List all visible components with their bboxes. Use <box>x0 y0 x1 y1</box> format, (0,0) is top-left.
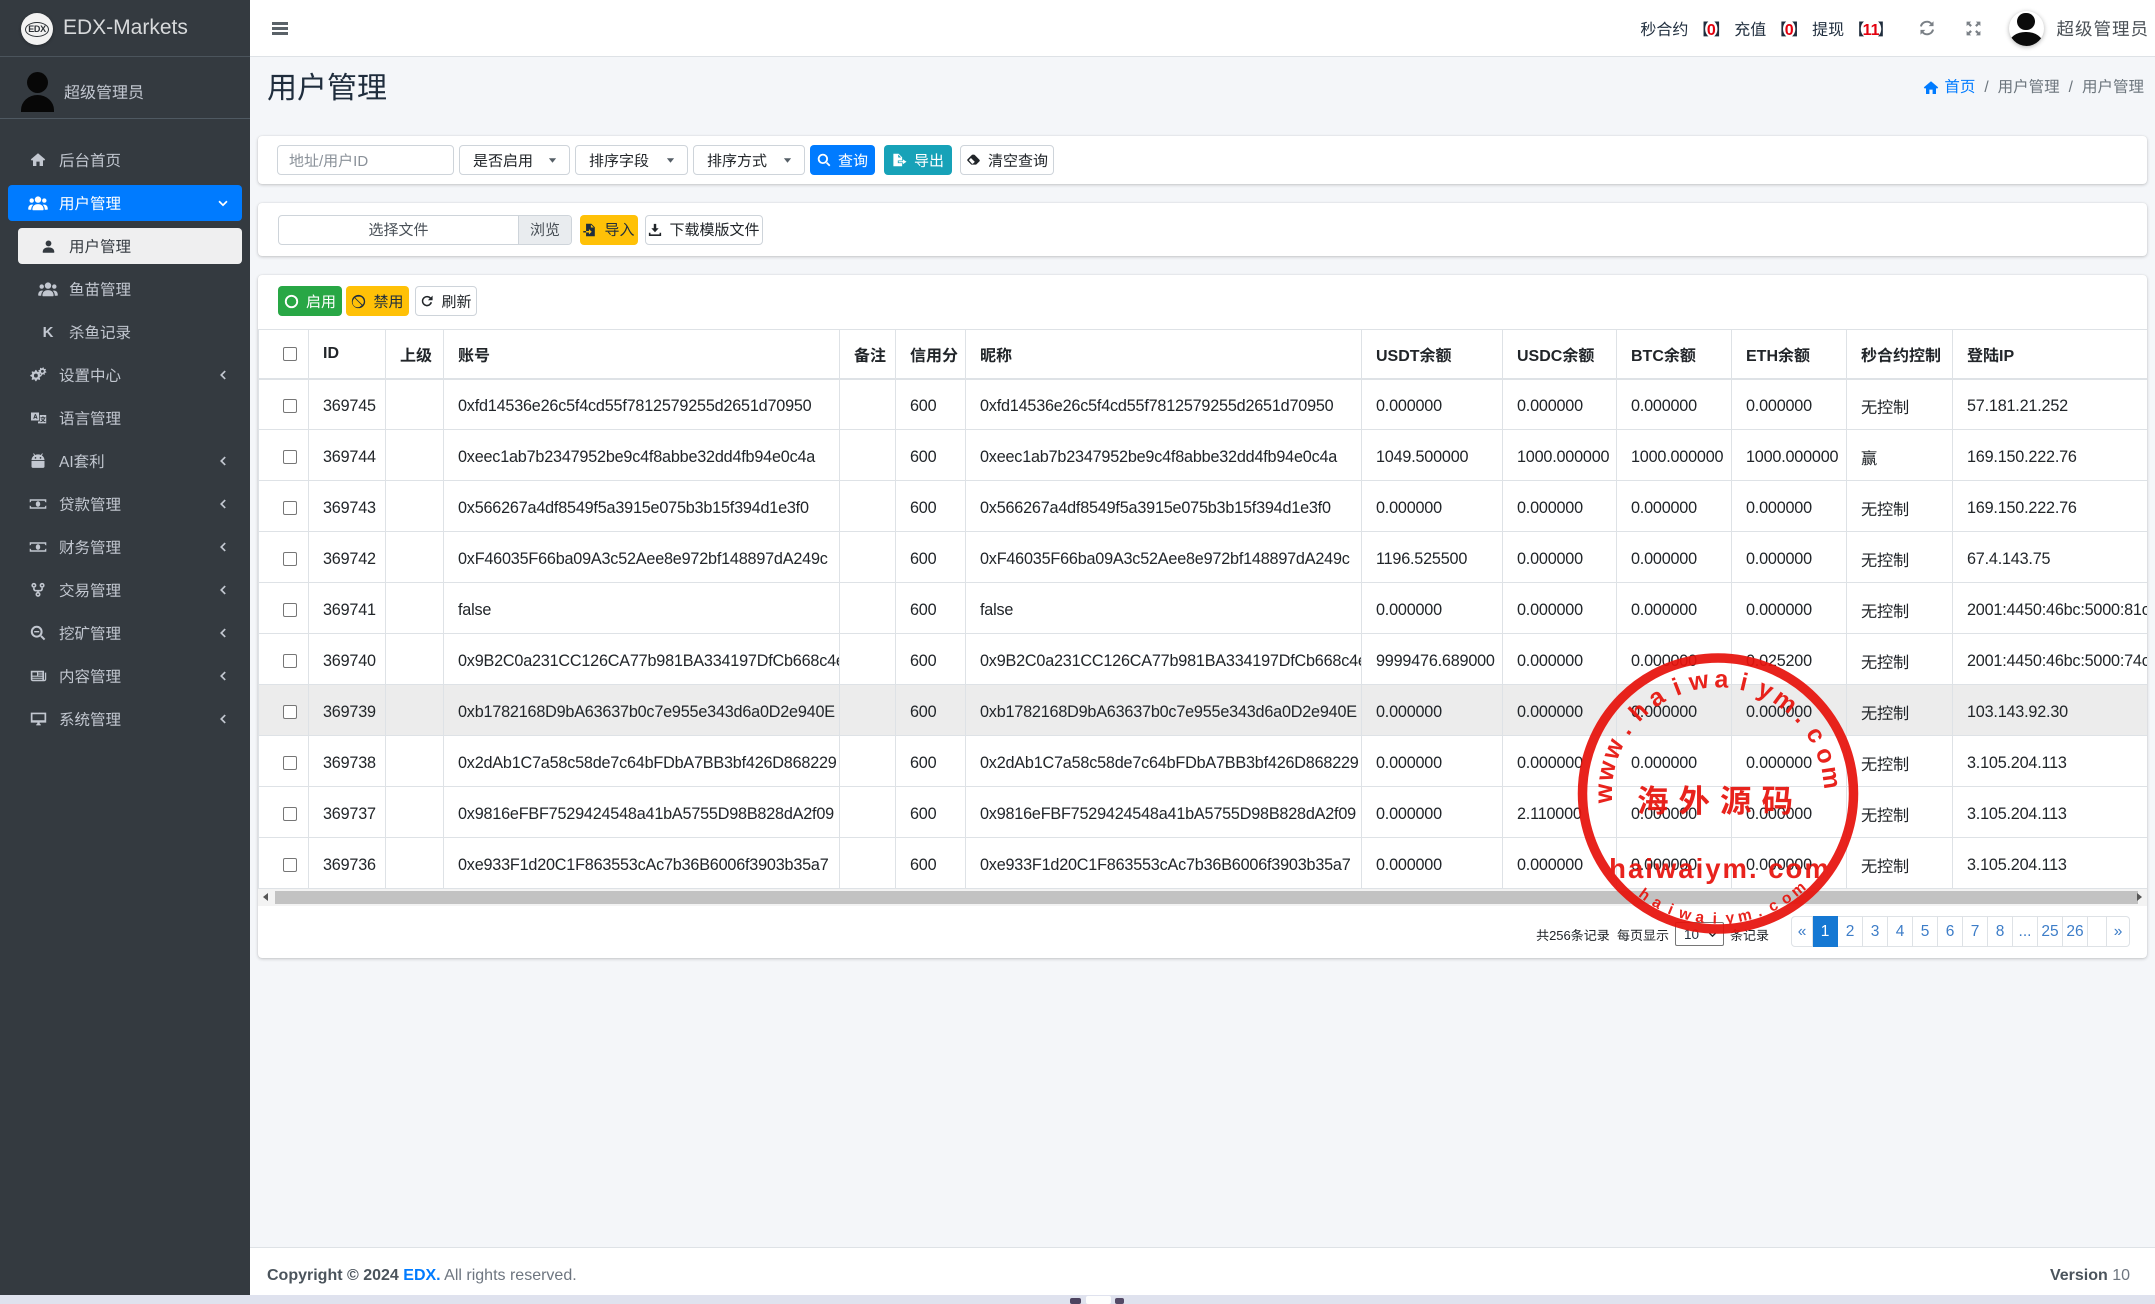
svg-text:.: . <box>1755 903 1765 920</box>
svg-text:m: m <box>1816 765 1847 791</box>
svg-text:i: i <box>1712 910 1717 927</box>
svg-text:c: c <box>1800 722 1831 748</box>
svg-text:w: w <box>1590 783 1618 804</box>
svg-text:i: i <box>1737 668 1750 697</box>
svg-text:o: o <box>1810 744 1841 768</box>
svg-text:w: w <box>1686 666 1711 697</box>
svg-text:haiwaiym. com: haiwaiym. com <box>1609 853 1831 884</box>
svg-text:a: a <box>1714 665 1730 693</box>
svg-text:海外源码: 海外源码 <box>1637 783 1803 819</box>
svg-text:m: m <box>1736 906 1753 926</box>
svg-text:a: a <box>1643 681 1671 713</box>
svg-text:i: i <box>1669 673 1686 702</box>
svg-text:y: y <box>1725 910 1736 928</box>
svg-text:c: c <box>1766 896 1782 915</box>
svg-text:.: . <box>1610 718 1637 740</box>
